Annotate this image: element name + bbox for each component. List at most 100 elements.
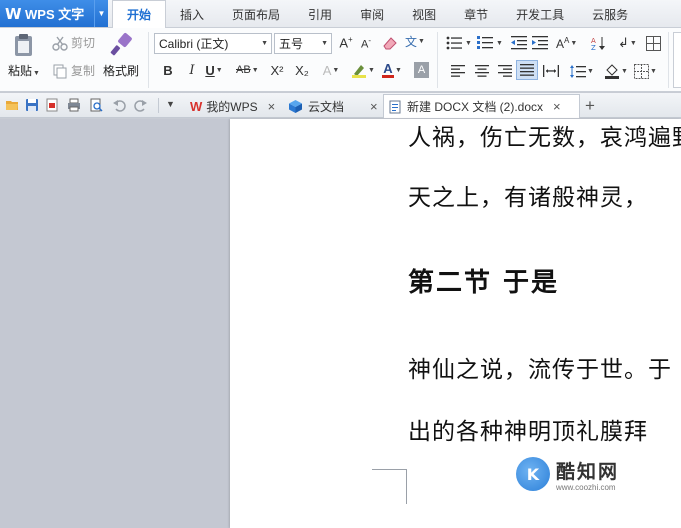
chevron-down-icon[interactable]: ▼ <box>94 0 108 27</box>
indent-icon <box>532 36 548 50</box>
tab-developer[interactable]: 开发工具 <box>502 0 578 28</box>
font-color-button[interactable]: A ▼ <box>382 60 402 80</box>
line-spacing-icon <box>570 64 586 78</box>
cut-button[interactable]: 剪切 <box>52 34 95 51</box>
border-style-button[interactable]: ▼ <box>634 61 657 81</box>
tab-references[interactable]: 引用 <box>294 0 346 28</box>
show-marks-button[interactable]: ↲ ▼ <box>618 33 637 53</box>
redo-icon[interactable] <box>134 98 148 112</box>
chevron-down-icon: ▼ <box>368 66 375 74</box>
bold-button[interactable]: B <box>159 60 177 80</box>
clear-format-button[interactable] <box>381 33 399 53</box>
line-spacing-button[interactable]: ▼ <box>570 61 594 81</box>
tab-review[interactable]: 审阅 <box>346 0 398 28</box>
clipboard-icon <box>15 34 32 56</box>
chevron-down-icon: ▼ <box>215 66 223 74</box>
shading-button[interactable]: ▼ <box>604 61 628 81</box>
phonetic-guide-button[interactable]: 文 ▼ <box>405 31 425 51</box>
chevron-down-icon: ▼ <box>496 39 503 47</box>
tab-cloud[interactable]: 云服务 <box>578 0 642 28</box>
italic-button[interactable]: I <box>183 60 201 80</box>
tab-view[interactable]: 视图 <box>398 0 450 28</box>
save-icon[interactable] <box>25 98 39 112</box>
print-preview-icon[interactable] <box>89 98 103 112</box>
numbered-list-button[interactable]: ▼ <box>477 33 503 53</box>
chevron-down-icon: ▼ <box>629 39 637 47</box>
decrease-indent-button[interactable] <box>510 33 528 53</box>
watermark-name: 酷知网 <box>556 460 620 483</box>
borders-button[interactable] <box>644 33 662 53</box>
document-icon <box>389 100 401 113</box>
tab-home[interactable]: 开始 <box>112 0 167 29</box>
document-line-3[interactable]: 神仙之说，流传于世。于 <box>408 350 672 384</box>
site-watermark: K 酷知网 www.coozhi.com <box>516 452 666 496</box>
app-name: WPS 文字 <box>25 7 85 22</box>
font-size-select[interactable]: 五号 ▼ <box>274 33 332 54</box>
font-name-select[interactable]: Calibri (正文) ▼ <box>154 33 272 54</box>
customize-dropdown-icon[interactable]: ▼ <box>166 99 175 109</box>
align-center-button[interactable] <box>473 61 491 81</box>
align-justify-icon <box>520 64 534 76</box>
align-right-button[interactable] <box>496 61 514 81</box>
underline-button[interactable]: U ▼ <box>205 60 223 80</box>
shrink-font-button[interactable]: A- <box>357 33 375 53</box>
close-icon[interactable]: × <box>370 99 378 114</box>
change-case-button[interactable]: AA ▼ <box>556 33 577 53</box>
app-menu-button[interactable]: W WPS 文字 ▼ <box>0 0 108 27</box>
distributed-align-button[interactable] <box>542 61 560 81</box>
text-effect-button[interactable]: A ▼ <box>322 60 340 80</box>
open-folder-icon[interactable] <box>5 98 19 112</box>
highlighter-icon <box>352 65 366 78</box>
document-heading[interactable]: 第二节 于是 <box>408 262 559 299</box>
doc-tab-cloud-docs[interactable]: 云文档 × <box>286 94 382 118</box>
brush-icon <box>110 33 132 56</box>
bullet-list-button[interactable]: ▼ <box>446 33 472 53</box>
cloud-doc-icon <box>289 99 302 113</box>
justify-button[interactable] <box>516 60 538 80</box>
wps-logo-icon: W <box>5 4 22 23</box>
tab-insert[interactable]: 插入 <box>166 0 218 28</box>
chevron-down-icon: ▼ <box>621 67 628 75</box>
close-icon[interactable]: × <box>268 99 276 114</box>
grow-font-button[interactable]: A+ <box>337 33 355 53</box>
sort-button[interactable]: A Z <box>589 33 607 53</box>
copy-button[interactable]: 复制 <box>52 62 95 79</box>
character-shading-button[interactable]: A <box>414 62 429 78</box>
svg-text:Z: Z <box>591 44 596 51</box>
document-line-1[interactable]: 人祸，伤亡无数，哀鸿遍野 <box>408 119 681 152</box>
chevron-down-icon: ▼ <box>261 40 268 47</box>
highlight-button[interactable]: ▼ <box>351 60 375 80</box>
strikethrough-button[interactable]: AB ▼ <box>236 60 259 80</box>
strikethrough-icon: AB <box>236 64 251 76</box>
tab-section[interactable]: 章节 <box>450 0 502 28</box>
eraser-icon <box>383 37 397 50</box>
document-line-2[interactable]: 天之上，有诸般神灵， <box>408 178 648 212</box>
chevron-down-icon: ▼ <box>570 39 578 47</box>
wps-logo-icon: W <box>190 98 203 114</box>
font-color-glyph: A <box>383 60 393 76</box>
export-pdf-icon[interactable] <box>45 98 59 112</box>
align-distributed-icon <box>543 65 559 77</box>
ribbon-toolbar: 粘贴▼ 剪切 复制 格式刷 Calibri (正文) ▼ 五号 ▼ A+ A- … <box>0 28 681 92</box>
scissors-icon <box>52 36 68 51</box>
paste-button[interactable]: 粘贴▼ <box>6 28 42 79</box>
print-icon[interactable] <box>67 98 81 112</box>
format-painter-button[interactable]: 格式刷 <box>101 28 141 79</box>
toolbar-divider <box>158 98 159 113</box>
increase-indent-button[interactable] <box>531 33 549 53</box>
document-line-4[interactable]: 出的各种神明顶礼膜拜 <box>408 412 648 446</box>
align-left-button[interactable] <box>449 61 467 81</box>
underline-icon: U <box>205 62 215 78</box>
superscript-button[interactable]: X² <box>268 60 286 80</box>
styles-gallery[interactable] <box>673 32 681 88</box>
new-tab-plus-icon[interactable]: + <box>585 96 595 116</box>
copy-icon <box>53 64 67 78</box>
undo-icon[interactable] <box>112 98 126 112</box>
subscript-button[interactable]: X₂ <box>293 60 311 80</box>
close-icon[interactable]: × <box>553 99 561 114</box>
chevron-down-icon: ▼ <box>33 70 40 77</box>
chevron-down-icon: ▼ <box>251 66 259 74</box>
tab-page-layout[interactable]: 页面布局 <box>218 0 294 28</box>
doc-tab-my-wps[interactable]: W 我的WPS × <box>186 94 282 118</box>
doc-tab-active-document[interactable]: 新建 DOCX 文档 (2).docx × <box>383 94 580 118</box>
